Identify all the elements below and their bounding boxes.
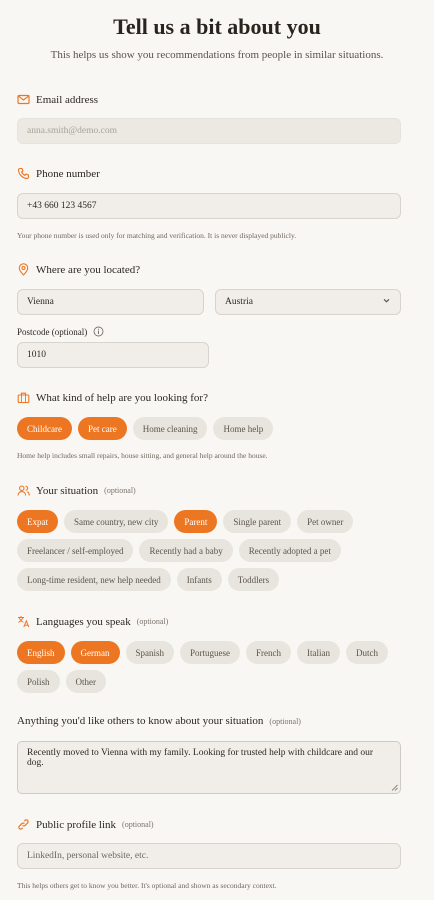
chip-option[interactable]: Polish xyxy=(17,670,60,693)
chip-option[interactable]: Pet owner xyxy=(297,510,354,533)
chip-option[interactable]: Recently adopted a pet xyxy=(238,539,341,562)
languages-optional: (optional) xyxy=(136,617,169,626)
about-textarea-value: Recently moved to Vienna with my family.… xyxy=(27,748,374,768)
chip-option[interactable]: Other xyxy=(65,670,107,693)
link-icon xyxy=(17,818,30,831)
languages-chip-group: English German Spanish Portuguese French Ital… xyxy=(17,641,417,693)
chip-option[interactable]: Recently had a baby xyxy=(139,539,233,562)
profile-link-hint: This helps others get to know you better… xyxy=(17,881,277,890)
chip-option[interactable]: Italian xyxy=(297,641,341,664)
help-label-text: What kind of help are you looking for? xyxy=(36,391,208,404)
chip-option[interactable]: Spanish xyxy=(125,641,175,664)
situation-label: Your situation (optional) xyxy=(17,484,136,497)
chip-option[interactable]: French xyxy=(246,641,292,664)
chip-option[interactable]: Toddlers xyxy=(227,568,280,591)
about-label: Anything you'd like others to know about… xyxy=(17,715,301,727)
chip-option[interactable]: Parent xyxy=(174,510,218,533)
briefcase-icon xyxy=(17,391,30,404)
email-label-text: Email address xyxy=(36,93,99,106)
postcode-label-text: Postcode (optional) xyxy=(17,326,88,337)
mail-icon xyxy=(17,93,30,106)
about-optional: (optional) xyxy=(269,716,301,726)
help-hint: Home help includes small repairs, house … xyxy=(17,451,268,460)
resize-handle-icon[interactable] xyxy=(391,784,398,791)
about-label-text: Anything you'd like others to know about… xyxy=(17,715,264,727)
chip-option[interactable]: Home cleaning xyxy=(132,417,208,440)
chip-option[interactable]: Long-time resident, new help needed xyxy=(17,568,171,591)
chip-option[interactable]: Dutch xyxy=(346,641,389,664)
chip-option[interactable]: Infants xyxy=(176,568,222,591)
location-label: Where are you located? xyxy=(17,263,140,276)
chip-option[interactable]: Pet care xyxy=(78,417,127,440)
country-select-value: Austria xyxy=(225,297,253,307)
location-label-text: Where are you located? xyxy=(36,263,141,276)
chip-option[interactable]: Freelancer / self-employed xyxy=(17,539,134,562)
page-title: Tell us a bit about you xyxy=(113,14,321,39)
profile-link-optional: (optional) xyxy=(122,820,154,829)
location-pin-icon xyxy=(17,263,30,276)
chip-option[interactable]: Childcare xyxy=(17,417,72,440)
help-label: What kind of help are you looking for? xyxy=(17,391,208,404)
chip-option[interactable]: Same country, new city xyxy=(64,510,169,533)
phone-label-text: Phone number xyxy=(36,167,100,180)
chip-option[interactable]: Single parent xyxy=(223,510,292,533)
chip-option[interactable]: Portuguese xyxy=(180,641,241,664)
email-label: Email address xyxy=(17,93,98,106)
email-field[interactable]: anna.smith@demo.com xyxy=(17,118,401,144)
city-field[interactable]: Vienna xyxy=(17,289,204,315)
translate-icon xyxy=(17,615,30,628)
postcode-field[interactable]: 1010 xyxy=(17,342,209,368)
country-select[interactable]: Austria xyxy=(215,289,401,315)
users-icon xyxy=(17,484,30,497)
languages-label: Languages you speak (optional) xyxy=(17,615,168,628)
page-subtitle: This helps us show you recommendations f… xyxy=(50,49,384,61)
phone-field[interactable]: +43 660 123 4567 xyxy=(17,193,401,219)
situation-optional: (optional) xyxy=(104,486,136,495)
chip-option[interactable]: German xyxy=(70,641,120,664)
about-textarea[interactable]: Recently moved to Vienna with my family.… xyxy=(17,741,401,794)
chip-option[interactable]: Expat xyxy=(17,510,58,533)
profile-link-field[interactable]: LinkedIn, personal website, etc. xyxy=(17,843,401,869)
profile-link-label-text: Public profile link xyxy=(36,818,117,831)
info-icon[interactable] xyxy=(93,326,104,337)
situation-label-text: Your situation xyxy=(36,484,99,497)
profile-form: Tell us a bit about you This helps us sh… xyxy=(0,0,434,900)
help-chip-group: Childcare Pet care Home cleaning Home help xyxy=(17,417,417,440)
phone-hint: Your phone number is used only for match… xyxy=(17,231,297,240)
chip-option[interactable]: English xyxy=(17,641,65,664)
phone-icon xyxy=(17,167,30,180)
chip-option[interactable]: Home help xyxy=(213,417,274,440)
chevron-down-icon xyxy=(382,296,391,308)
languages-label-text: Languages you speak xyxy=(36,615,131,628)
profile-link-label: Public profile link (optional) xyxy=(17,818,154,831)
situation-chip-group: Expat Same country, new city Parent Single … xyxy=(17,510,417,591)
postcode-label: Postcode (optional) xyxy=(17,326,104,337)
phone-label: Phone number xyxy=(17,167,100,180)
